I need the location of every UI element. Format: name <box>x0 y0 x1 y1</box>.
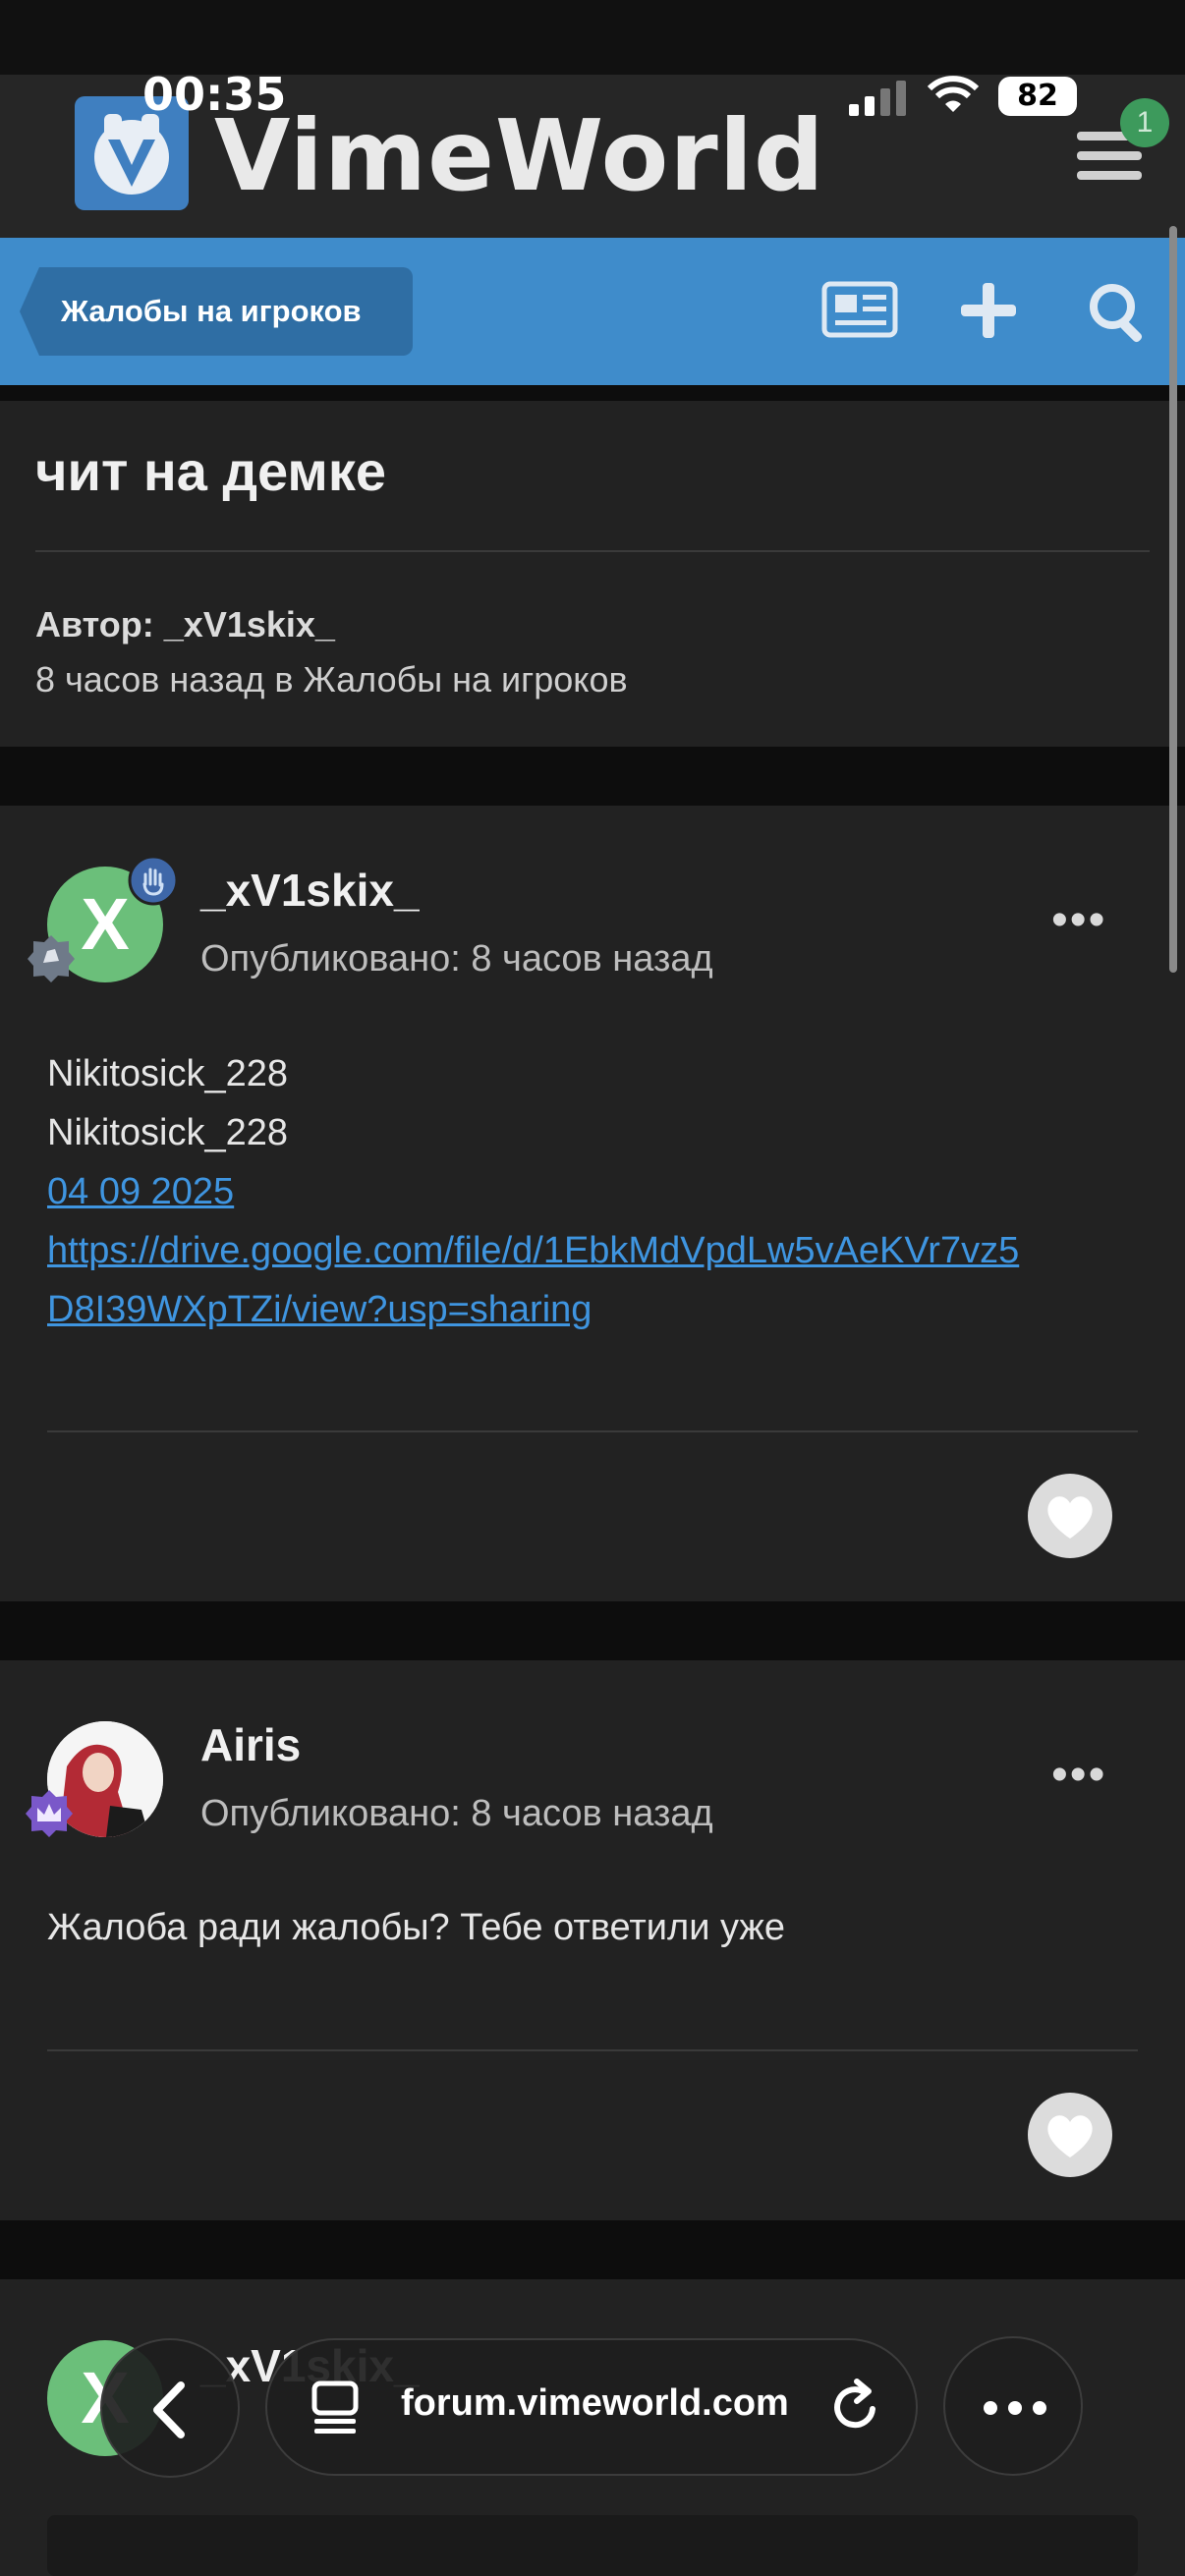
post-timestamp: Опубликовано: 8 часов назад <box>200 1793 713 1834</box>
heart-icon <box>1047 2115 1093 2157</box>
post-timestamp: Опубликовано: 8 часов назад <box>200 938 713 980</box>
url-text[interactable]: forum.vimeworld.com <box>401 2374 789 2433</box>
more-button[interactable] <box>943 2336 1083 2476</box>
hand-badge-icon <box>128 855 179 906</box>
wifi-icon <box>928 76 979 112</box>
rank-badge-icon <box>28 935 75 982</box>
more-options-icon[interactable]: ••• <box>1051 897 1106 944</box>
chevron-left-icon <box>153 2381 185 2438</box>
post-username[interactable]: _xV1skix_ <box>200 863 420 918</box>
battery-indicator: 82 <box>998 77 1077 116</box>
post-text-line: Nikitosick_228 <box>47 1112 288 1153</box>
quote-block <box>47 2515 1138 2576</box>
signal-icon <box>849 81 906 116</box>
heart-icon <box>1047 1496 1093 1539</box>
topic-author[interactable]: Автор: _xV1skix_ <box>35 603 335 646</box>
post-username[interactable]: Airis <box>200 1717 301 1772</box>
reload-icon[interactable] <box>827 2378 882 2436</box>
notification-badge: 1 <box>1120 98 1169 147</box>
divider <box>35 550 1150 552</box>
post-url-link-cont[interactable]: D8I39WXpTZi/view?usp=sharing <box>47 1280 592 1339</box>
topic-meta: 8 часов назад в Жалобы на игроков <box>35 659 628 700</box>
post-text: Жалоба ради жалобы? Тебе ответили уже <box>47 1907 785 1948</box>
plus-icon[interactable] <box>961 283 1016 338</box>
like-button[interactable] <box>1028 2093 1112 2177</box>
post-text-line: Nikitosick_228 <box>47 1053 288 1094</box>
divider <box>47 2049 1138 2051</box>
site-logo-text[interactable]: VimeWorld <box>214 102 825 210</box>
scrollbar[interactable] <box>1169 226 1177 973</box>
topic-title: чит на демке <box>35 440 386 502</box>
search-icon[interactable] <box>1087 281 1150 344</box>
breadcrumb-label: Жалобы на игроков <box>61 294 362 328</box>
newspaper-icon[interactable] <box>821 281 898 338</box>
post-url-link[interactable]: https://drive.google.com/file/d/1EbkMdVp… <box>47 1221 1019 1280</box>
post-date-link[interactable]: 04 09 2025 <box>47 1162 234 1221</box>
back-button[interactable] <box>100 2338 240 2478</box>
divider <box>47 1430 1138 1432</box>
more-options-icon[interactable]: ••• <box>1051 1752 1106 1799</box>
status-time: 00:35 <box>142 68 287 121</box>
tabs-icon[interactable] <box>310 2380 360 2435</box>
crown-badge-icon <box>26 1790 73 1837</box>
like-button[interactable] <box>1028 1474 1112 1558</box>
ellipsis-icon <box>984 2401 1046 2415</box>
